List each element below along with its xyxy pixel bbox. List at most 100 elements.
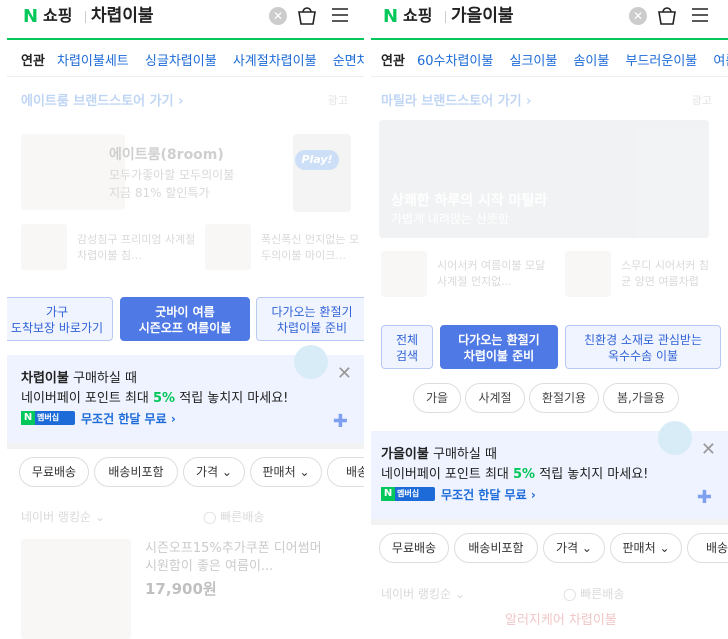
sort-dropdown[interactable]: 네이버 랭킹순 ⌄	[381, 585, 465, 602]
clear-icon[interactable]: ✕	[629, 7, 647, 25]
related-label: 연관	[381, 54, 405, 69]
ad-discount: 지금 81% 할인특가	[109, 186, 210, 200]
promo-link[interactable]: N 멤버십 무조건 한달 무료 ›	[381, 486, 536, 503]
sort-dropdown[interactable]: 네이버 랭킹순 ⌄	[21, 508, 105, 525]
divider	[7, 76, 364, 77]
promo-link[interactable]: N 멤버십 무조건 한달 무료 ›	[21, 410, 176, 427]
fast-delivery-toggle[interactable]: ◯ 빠른배송	[563, 585, 624, 602]
related-searches: 연관 60수차렵이불 실크이불 솜이불 부드러운이불 여름	[371, 44, 728, 74]
filter-seller[interactable]: 판매처 ⌄	[610, 533, 682, 563]
filter-delivery[interactable]: 배송	[327, 457, 364, 487]
small-ad-text[interactable]: 스무디 시어서커 침 균 양면 여름차렵	[621, 258, 721, 290]
related-item[interactable]: 싱글차렵이불	[145, 54, 217, 69]
search-panel-left: N 쇼핑 차렵이불 ✕ 연관 차렵이불세트 싱글차렵이불 사계절차렵이불 순면차…	[7, 0, 364, 639]
shopping-brand[interactable]: 쇼핑	[403, 6, 432, 26]
header-underline	[7, 38, 364, 40]
hero-title[interactable]: 상쾌한 하루의 시작 마틸라	[391, 190, 547, 210]
filter-free-shipping[interactable]: 무료배송	[379, 533, 449, 563]
decor-circle	[658, 421, 692, 455]
small-ad-text[interactable]: 시어서커 여름이불 모달 사계절 먼지없...	[437, 258, 557, 290]
close-icon[interactable]: ✕	[337, 363, 352, 384]
naverpay-plus-icon: N 멤버십	[21, 410, 75, 425]
shopping-bag-icon[interactable]	[657, 7, 677, 25]
related-item[interactable]: 사계절차렵이불	[233, 54, 317, 69]
header-underline	[371, 38, 728, 40]
header-divider	[85, 11, 86, 23]
header-divider	[445, 11, 446, 23]
search-panel-right: N 쇼핑 가을이불 ✕ 연관 60수차렵이불 실크이불 솜이불 부드러운이불 여…	[371, 0, 728, 639]
promo-line2: 네이버페이 포인트 최대 5% 적립 놓치지 마세요!	[381, 467, 649, 482]
filter-delivery[interactable]: 배송	[687, 533, 728, 563]
ad-label: 광고	[327, 94, 348, 107]
small-thumbnail[interactable]	[381, 251, 427, 297]
curation-chips: 전체 검색 다가오는 환절기 차렵이불 준비 친환경 소재로 관심받는 옥수수솜…	[371, 325, 728, 373]
plus-icon: ✚	[332, 411, 348, 432]
pill[interactable]: 사계절	[465, 383, 525, 413]
naverpay-promo: 가을이불 구매하실 때 네이버페이 포인트 최대 5% 적립 놓치지 마세요! …	[371, 421, 728, 519]
small-thumbnail[interactable]	[565, 251, 611, 297]
filter-shipping-included[interactable]: 배송비포함	[454, 533, 538, 563]
filter-price[interactable]: 가격 ⌄	[183, 457, 245, 487]
related-item[interactable]: 순면차렵이불	[333, 54, 364, 69]
small-thumbnail[interactable]	[205, 224, 251, 270]
close-icon[interactable]: ✕	[701, 439, 716, 460]
chip[interactable]: 가구 도착보장 바로가기	[7, 297, 113, 341]
search-query[interactable]: 차렵이불	[91, 5, 154, 27]
pill[interactable]: 가을	[413, 383, 461, 413]
hero-subtitle: 가볍게 내려앉는 산뜻함	[391, 212, 510, 226]
shopping-brand[interactable]: 쇼핑	[43, 6, 72, 26]
filter-bar: 무료배송 배송비포함 가격 ⌄ 판매처 ⌄ 배송	[7, 457, 364, 489]
search-query[interactable]: 가을이불	[451, 5, 514, 27]
filter-shipping-included[interactable]: 배송비포함	[94, 457, 178, 487]
related-item[interactable]: 여름	[713, 54, 728, 69]
small-thumbnail[interactable]	[21, 224, 67, 270]
related-item[interactable]: 실크이불	[509, 54, 557, 69]
product-image[interactable]	[21, 539, 131, 639]
video-thumbnail[interactable]	[293, 134, 351, 212]
related-item[interactable]: 60수차렵이불	[417, 54, 493, 69]
play-badge[interactable]: Play!	[295, 150, 339, 170]
filter-price[interactable]: 가격 ⌄	[543, 533, 605, 563]
promo-line2: 네이버페이 포인트 최대 5% 적립 놓치지 마세요!	[21, 391, 289, 406]
shopping-bag-icon[interactable]	[297, 7, 317, 25]
pill[interactable]: 봄,가을용	[603, 383, 679, 413]
menu-icon[interactable]	[692, 8, 708, 22]
naverpay-promo: 차렵이불 구매하실 때 네이버페이 포인트 최대 5% 적립 놓치지 마세요! …	[7, 345, 364, 443]
small-ad-text[interactable]: 감성침구 프리미엄 사계절 차렵이불 침...	[77, 232, 197, 264]
curation-chips: 가구 도착보장 바로가기 굿바이 여름 시즌오프 여름이불 다가오는 환절기 차…	[7, 297, 364, 345]
chip-active[interactable]: 다가오는 환절기 차렵이불 준비	[440, 325, 558, 369]
product-title[interactable]: 시즌오프15%추가쿠폰 디어썸머 시원함이 좋은 여름이...	[145, 540, 325, 576]
naver-logo[interactable]: N	[383, 8, 399, 26]
naver-logo[interactable]: N	[23, 8, 39, 26]
menu-icon[interactable]	[332, 8, 348, 22]
ad-title[interactable]: 에이트룸(8room)	[109, 144, 224, 164]
small-ad-text[interactable]: 폭신폭신 먼지없는 모두의이불 마이크...	[261, 232, 361, 264]
ad-label: 광고	[691, 94, 712, 107]
chip-all-search[interactable]: 전체 검색	[381, 325, 433, 369]
related-searches: 연관 차렵이불세트 싱글차렵이불 사계절차렵이불 순면차렵이불	[7, 44, 364, 74]
store-link[interactable]: 에이트룸 브랜드스토어 가기 ›	[21, 90, 183, 109]
plus-icon: ✚	[696, 487, 712, 508]
chip-active[interactable]: 굿바이 여름 시즌오프 여름이불	[120, 297, 250, 341]
pill[interactable]: 환절기용	[529, 383, 599, 413]
related-label: 연관	[21, 54, 45, 69]
chip[interactable]: 다가오는 환절기 차렵이불 준비	[256, 297, 364, 341]
fast-delivery-toggle[interactable]: ◯ 빠른배송	[203, 508, 264, 525]
promo-line1: 차렵이불 구매하실 때	[21, 371, 137, 386]
filter-seller[interactable]: 판매처 ⌄	[250, 457, 322, 487]
related-item[interactable]: 솜이불	[573, 54, 609, 69]
header: N 쇼핑 가을이불 ✕	[371, 0, 728, 36]
filter-bar: 무료배송 배송비포함 가격 ⌄ 판매처 ⌄ 배송	[371, 533, 728, 565]
product-price: 17,900원	[145, 580, 217, 598]
chip[interactable]: 친환경 소재로 관심받는 옥수수솜 이불	[565, 325, 721, 369]
clear-icon[interactable]: ✕	[269, 7, 287, 25]
promo-line1: 가을이불 구매하실 때	[381, 447, 497, 462]
filter-free-shipping[interactable]: 무료배송	[19, 457, 89, 487]
product-title[interactable]: 알러지케어 차렵이불	[505, 612, 617, 630]
section-divider	[371, 519, 728, 525]
related-item[interactable]: 차렵이불세트	[57, 54, 129, 69]
store-link[interactable]: 마틸라 브랜드스토어 가기 ›	[381, 90, 532, 109]
header: N 쇼핑 차렵이불 ✕	[7, 0, 364, 36]
section-divider	[7, 443, 364, 449]
related-item[interactable]: 부드러운이불	[626, 54, 698, 69]
